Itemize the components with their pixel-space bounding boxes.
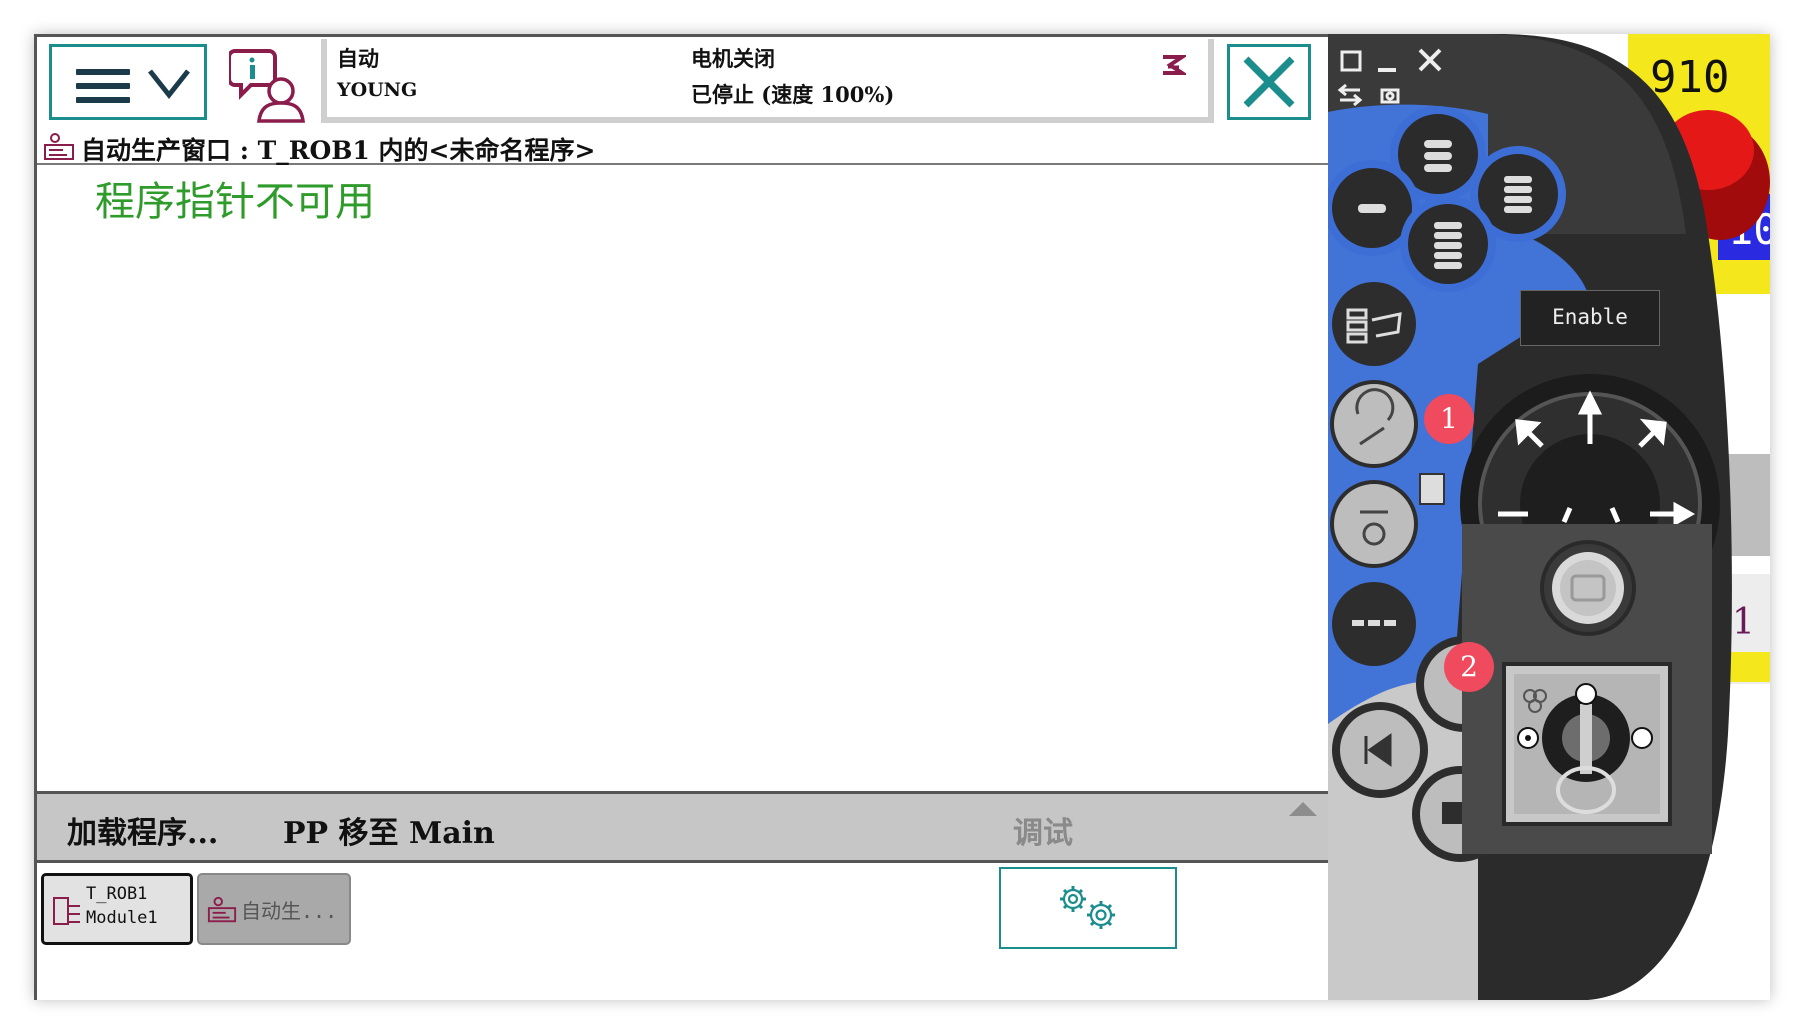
event-log-info-icon[interactable] xyxy=(229,45,307,123)
app-frame: 自动 YOUNG 电机关闭 已停止 (速度 100%) 自动生产窗口 : T_R xyxy=(34,34,1770,1000)
quickset-button[interactable] xyxy=(999,867,1177,949)
step-badge-2: 2 xyxy=(1444,642,1494,692)
operating-mode-inset xyxy=(1462,524,1712,854)
operating-mode: 自动 xyxy=(337,46,379,71)
controller-name: YOUNG xyxy=(337,79,418,101)
task-production-window[interactable]: 自动生... xyxy=(197,873,351,945)
task-rob1-module1[interactable]: T_ROB1 Module1 xyxy=(41,873,193,945)
hamburger-icon xyxy=(76,69,130,103)
expand-up-arrow-icon[interactable] xyxy=(1287,800,1319,818)
mode-switch-icon xyxy=(1419,473,1445,505)
edge-fragment-3: 1 xyxy=(1732,602,1755,643)
chevron-down-icon xyxy=(148,69,190,100)
step-badge-1: 1 xyxy=(1424,394,1474,444)
program-editor-icon xyxy=(53,897,80,925)
edge-fragment-1: 910 xyxy=(1650,52,1729,103)
mode-key-switch[interactable] xyxy=(1502,662,1672,826)
program-pointer-message: 程序指针不可用 xyxy=(95,179,375,225)
flexpendant-screen: 自动 YOUNG 电机关闭 已停止 (速度 100%) 自动生产窗口 : T_R xyxy=(34,34,1331,1000)
window-title: 自动生产窗口 : T_ROB1 内的<未命名程序> xyxy=(81,136,596,165)
debug-button[interactable]: 调试 xyxy=(1013,808,1073,852)
task1-line2: Module1 xyxy=(86,908,158,928)
status-bar[interactable]: 自动 YOUNG 电机关闭 已停止 (速度 100%) xyxy=(321,39,1214,123)
gears-icon xyxy=(1060,886,1115,929)
command-bar: 加载程序... PP 移至 Main 调试 xyxy=(37,791,1331,863)
enable-device-label: Enable xyxy=(1520,290,1660,346)
taskbar: T_ROB1 Module1 自动生... xyxy=(37,863,1331,1000)
motor-state: 电机关闭 xyxy=(691,46,775,71)
pendant-hardware: 10 910 1 xyxy=(1328,34,1770,1000)
abb-menu-button[interactable] xyxy=(49,44,207,120)
load-program-button[interactable]: 加载程序... xyxy=(67,808,218,852)
motors-on-button[interactable] xyxy=(1540,540,1636,636)
pendant-body: 10 910 1 xyxy=(1328,34,1770,1000)
window-title-bar: 自动生产窗口 : T_ROB1 内的<未命名程序> xyxy=(37,131,1331,165)
task-flag-icon xyxy=(1163,55,1186,75)
pp-to-main-button[interactable]: PP 移至 Main xyxy=(283,808,495,852)
close-icon xyxy=(1243,56,1295,108)
task1-line1: T_ROB1 xyxy=(86,884,148,904)
run-state: 已停止 (速度 100%) xyxy=(691,82,895,107)
task2-label: 自动生... xyxy=(241,899,338,923)
production-window-icon xyxy=(44,133,74,160)
production-window-icon xyxy=(207,896,237,923)
close-window-button[interactable] xyxy=(1227,44,1311,120)
